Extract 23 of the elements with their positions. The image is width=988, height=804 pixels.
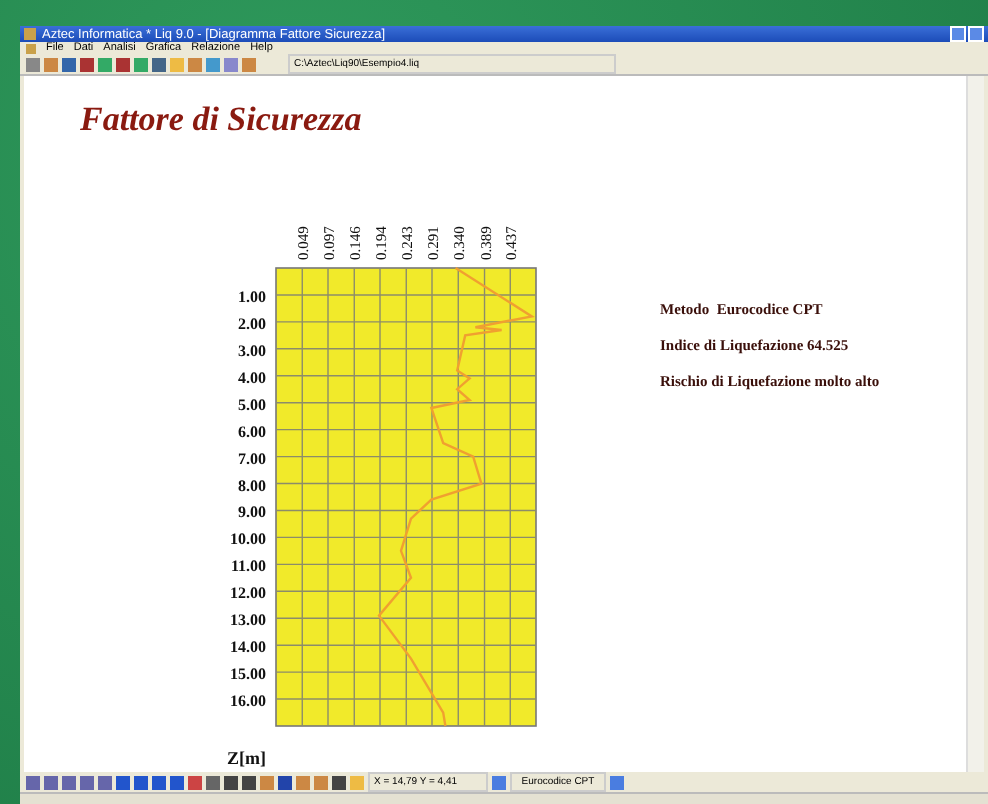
y-tick-label: 10.00 [230, 530, 266, 549]
maximize-button[interactable] [968, 26, 984, 42]
y-tick-label: 7.00 [238, 449, 266, 468]
y-tick-label: 2.00 [238, 314, 266, 333]
y-tick-label: 1.00 [238, 287, 266, 306]
y-tick-label: 4.00 [238, 368, 266, 387]
y-tick-label: 8.00 [238, 476, 266, 495]
y-tick-label: 13.00 [230, 611, 266, 630]
y-tick-label: 5.00 [238, 395, 266, 414]
y-tick-label: 15.00 [230, 665, 266, 684]
minimize-button[interactable] [950, 26, 966, 42]
y-tick-label: 12.00 [230, 584, 266, 603]
y-tick-label: 3.00 [238, 341, 266, 360]
axis-label: Z[m] [227, 748, 266, 768]
scrollbar[interactable] [966, 76, 984, 772]
y-tick-label: 9.00 [238, 503, 266, 522]
y-tick-label: 16.00 [230, 692, 266, 711]
app-icon [24, 28, 36, 40]
document-icon [26, 43, 36, 53]
y-tick-label: 14.00 [230, 638, 266, 657]
y-tick-label: 6.00 [238, 422, 266, 441]
y-tick-label: 11.00 [230, 557, 266, 576]
page-title: Fattore di Sicurezza [80, 100, 362, 142]
